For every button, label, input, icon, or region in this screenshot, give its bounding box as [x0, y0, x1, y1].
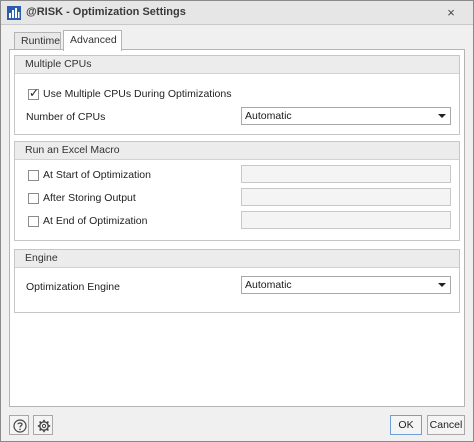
window-title: @RISK - Optimization Settings	[26, 6, 186, 18]
optimization-engine-label: Optimization Engine	[26, 281, 120, 293]
ok-button[interactable]: OK	[390, 415, 422, 435]
group-header-engine: Engine	[15, 250, 459, 268]
excel-macro-group: Run an Excel Macro At Start of Optimizat…	[14, 141, 460, 241]
chevron-down-icon	[438, 114, 446, 118]
settings-window: @RISK - Optimization Settings × Runtime …	[0, 0, 474, 442]
number-of-cpus-value: Automatic	[245, 110, 292, 122]
group-header-excel-macro: Run an Excel Macro	[15, 142, 459, 160]
macro-end-input[interactable]	[241, 211, 451, 229]
use-multiple-cpus-checkbox[interactable]: ✓	[28, 86, 40, 100]
settings-button[interactable]	[33, 415, 53, 435]
risk-app-icon	[7, 6, 21, 20]
engine-group: Engine Optimization Engine Automatic	[14, 249, 460, 313]
title-bar: @RISK - Optimization Settings ×	[1, 1, 473, 25]
macro-start-label[interactable]: At Start of Optimization	[43, 169, 151, 181]
macro-end-checkbox[interactable]	[28, 216, 39, 227]
optimization-engine-value: Automatic	[245, 279, 292, 291]
multiple-cpus-group: Multiple CPUs ✓ Use Multiple CPUs During…	[14, 55, 460, 135]
tab-runtime[interactable]: Runtime	[14, 32, 61, 50]
advanced-panel: Multiple CPUs ✓ Use Multiple CPUs During…	[9, 49, 465, 407]
macro-after-output-label[interactable]: After Storing Output	[43, 192, 136, 204]
use-multiple-cpus-label[interactable]: Use Multiple CPUs During Optimizations	[43, 88, 231, 100]
number-of-cpus-select[interactable]: Automatic	[241, 107, 451, 125]
checkmark-icon: ✓	[29, 86, 40, 100]
group-header-multiple-cpus: Multiple CPUs	[15, 56, 459, 74]
close-button[interactable]: ×	[443, 6, 459, 20]
gear-icon	[37, 419, 51, 433]
macro-end-label[interactable]: At End of Optimization	[43, 215, 147, 227]
macro-after-output-checkbox[interactable]	[28, 193, 39, 204]
help-button[interactable]	[9, 415, 29, 435]
dialog-footer: OK Cancel	[1, 407, 473, 441]
tab-advanced[interactable]: Advanced	[63, 30, 122, 51]
cancel-button[interactable]: Cancel	[427, 415, 465, 435]
macro-start-checkbox[interactable]	[28, 170, 39, 181]
macro-start-input[interactable]	[241, 165, 451, 183]
number-of-cpus-label: Number of CPUs	[26, 111, 106, 123]
optimization-engine-select[interactable]: Automatic	[241, 276, 451, 294]
help-icon	[13, 419, 27, 433]
macro-after-output-input[interactable]	[241, 188, 451, 206]
chevron-down-icon	[438, 283, 446, 287]
